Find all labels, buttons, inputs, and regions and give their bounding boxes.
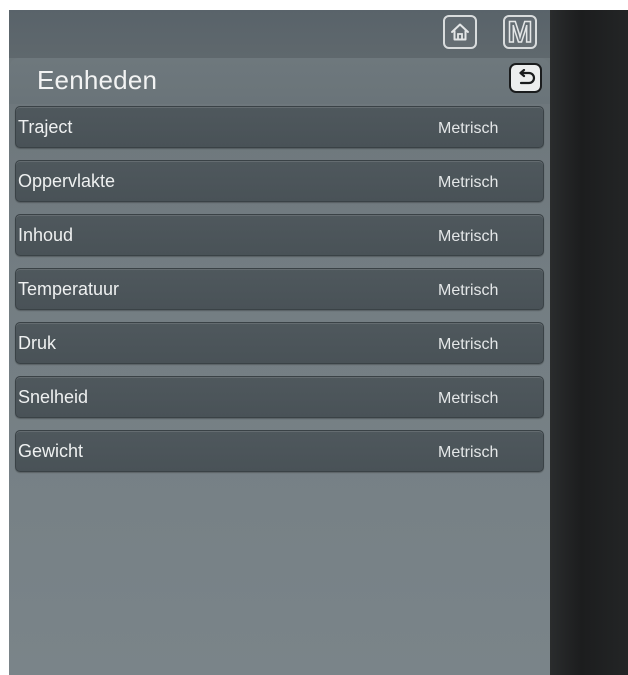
unit-value: Metrisch — [438, 390, 499, 407]
units-list: Traject Metrisch Oppervlakte Metrisch In… — [15, 106, 544, 484]
unit-value: Metrisch — [438, 444, 499, 461]
back-button[interactable] — [509, 63, 542, 93]
unit-label: Temperatuur — [18, 279, 120, 299]
home-glyph — [451, 23, 469, 41]
device-bezel — [550, 10, 628, 675]
back-arrow-icon — [518, 69, 535, 85]
home-icon[interactable] — [443, 15, 477, 49]
unit-label: Oppervlakte — [18, 171, 116, 191]
mode-m-label: M — [507, 16, 534, 49]
page-title: Eenheden — [37, 65, 158, 95]
unit-value: Metrisch — [438, 174, 499, 191]
unit-row-inhoud[interactable]: Inhoud Metrisch — [15, 214, 544, 256]
unit-label: Snelheid — [18, 387, 89, 407]
unit-value: Metrisch — [438, 336, 499, 353]
page-header: Eenheden — [9, 58, 550, 104]
unit-value: Metrisch — [438, 228, 499, 245]
unit-label: Druk — [18, 333, 57, 353]
screen: M Eenheden Traject Metrisch Oppervlakte … — [9, 10, 550, 675]
mode-m-icon[interactable]: M — [503, 15, 537, 49]
top-bar: M — [9, 10, 550, 58]
unit-row-druk[interactable]: Druk Metrisch — [15, 322, 544, 364]
unit-label: Traject — [18, 117, 73, 137]
unit-row-oppervlakte[interactable]: Oppervlakte Metrisch — [15, 160, 544, 202]
unit-label: Inhoud — [18, 225, 74, 245]
unit-label: Gewicht — [18, 441, 84, 461]
unit-row-snelheid[interactable]: Snelheid Metrisch — [15, 376, 544, 418]
unit-value: Metrisch — [438, 282, 499, 299]
unit-row-temperatuur[interactable]: Temperatuur Metrisch — [15, 268, 544, 310]
device-frame: M Eenheden Traject Metrisch Oppervlakte … — [0, 0, 628, 675]
unit-value: Metrisch — [438, 120, 499, 137]
unit-row-traject[interactable]: Traject Metrisch — [15, 106, 544, 148]
unit-row-gewicht[interactable]: Gewicht Metrisch — [15, 430, 544, 472]
